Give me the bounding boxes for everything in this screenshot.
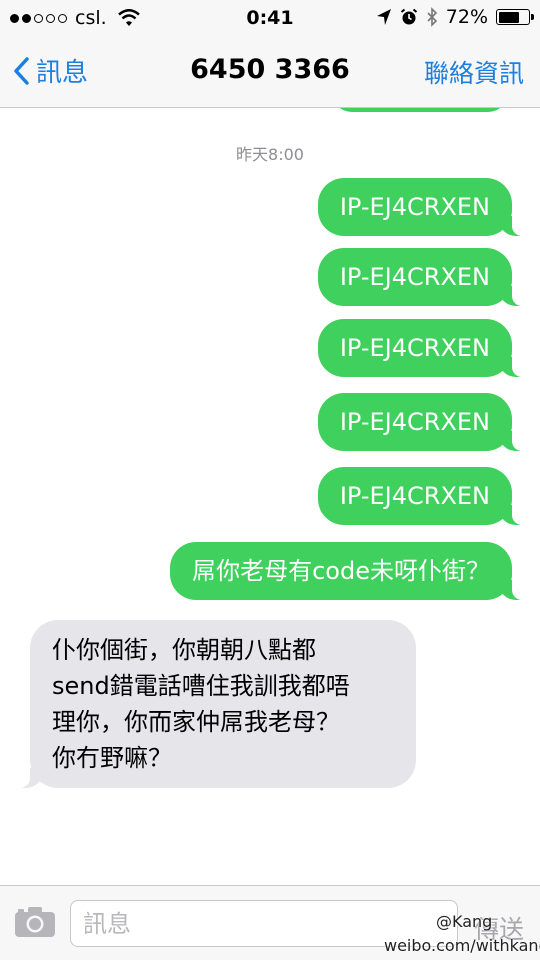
message-line: 理你，你而家仲屌我老母？ (52, 708, 340, 736)
alarm-clock-icon (400, 8, 417, 25)
outgoing-message[interactable]: IP-EJ4CRXEN (317, 467, 533, 525)
message-text: IP-EJ4CRXEN (339, 482, 490, 510)
watermark-handle: @Kang (436, 912, 493, 931)
contact-info-button[interactable]: 聯絡資訊 (424, 54, 524, 90)
message-timestamp: 昨天8:00 (236, 145, 304, 164)
outgoing-message[interactable]: IP-EJ4CRXEN (317, 178, 533, 236)
message-line: 你冇野嘛？ (52, 744, 172, 772)
chevron-left-icon (14, 56, 29, 85)
status-bar: csl. 0:41 72% (0, 0, 540, 36)
previous-message-bubble (332, 108, 508, 112)
message-text: IP-EJ4CRXEN (339, 408, 490, 436)
message-text: IP-EJ4CRXEN (339, 193, 490, 221)
message-thread[interactable]: 昨天8:00 IP-EJ4CRXEN IP-EJ4CRXEN IP-EJ4CRX… (0, 108, 540, 885)
back-button-label: 訊息 (36, 58, 89, 88)
bluetooth-icon (427, 7, 437, 27)
battery-icon (496, 9, 534, 25)
back-button[interactable]: 訊息 (12, 52, 88, 89)
outgoing-message[interactable]: 屌你老母有code未呀仆街？ (170, 542, 532, 600)
outgoing-message[interactable]: IP-EJ4CRXEN (317, 319, 533, 377)
location-arrow-icon (376, 9, 391, 25)
navigation-bar: 訊息 6450 3366 聯絡資訊 (0, 36, 540, 108)
message-text: IP-EJ4CRXEN (339, 334, 490, 362)
battery-percent: 72% (445, 6, 488, 28)
watermark-site: weibo.com/withkang (384, 936, 540, 955)
message-text: IP-EJ4CRXEN (339, 263, 490, 291)
message-line: send錯電話嘈住我訓我都唔 (52, 672, 350, 700)
message-line: 仆你個街，你朝朝八點都 (52, 636, 316, 664)
incoming-message[interactable]: 仆你個街，你朝朝八點都 send錯電話嘈住我訓我都唔 理你，你而家仲屌我老母？ … (10, 620, 416, 788)
message-text: 屌你老母有code未呀仆街？ (192, 557, 490, 585)
camera-button[interactable] (14, 906, 56, 942)
camera-icon (15, 907, 55, 937)
outgoing-message[interactable]: IP-EJ4CRXEN (317, 248, 533, 306)
battery-level (498, 11, 520, 23)
outgoing-message[interactable]: IP-EJ4CRXEN (317, 393, 533, 451)
status-right: 72% (376, 6, 534, 28)
